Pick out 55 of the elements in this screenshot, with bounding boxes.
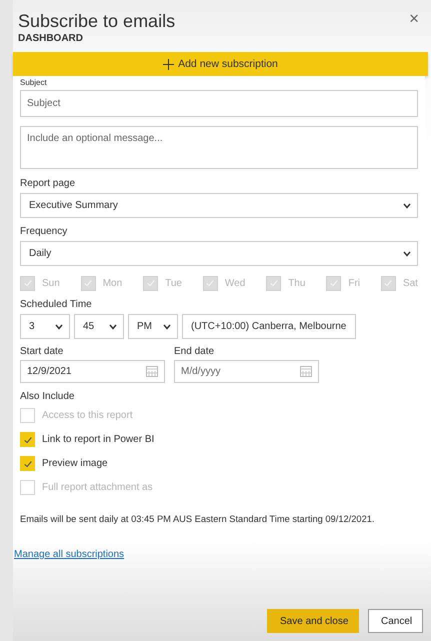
dialog-title: Subscribe to emails <box>18 11 176 32</box>
checkbox-label: Mon <box>102 278 122 288</box>
close-button[interactable]: × <box>406 9 422 29</box>
chevron-icon <box>403 202 411 208</box>
save-button[interactable]: Save and close <box>267 609 359 633</box>
field-label: Report page <box>20 178 76 189</box>
checkbox-label: Tue <box>165 278 182 288</box>
add-subscription-button[interactable]: Add new subscription <box>13 52 428 76</box>
schedule-summary: Emails will be sent daily at 03:45 PM AUS Eastern Standard Time starting 09/12/2021. <box>20 514 376 524</box>
checkmark-icon <box>22 434 32 444</box>
field-label: Subject <box>20 78 47 87</box>
checkmark-icon <box>383 278 394 288</box>
checkmark-icon <box>205 278 216 288</box>
checkmark-icon <box>22 278 32 288</box>
minute-dropdown[interactable]: 45 <box>74 314 124 339</box>
checkbox-label: Sat <box>402 278 418 288</box>
chevron-icon <box>403 250 411 256</box>
checkbox-label: Wed <box>224 278 246 288</box>
chevron-icon <box>163 324 171 330</box>
chevron-icon <box>55 324 63 330</box>
cancel-button[interactable]: Cancel <box>368 609 423 633</box>
checkbox[interactable] <box>20 432 35 447</box>
calendar-icon <box>300 366 312 377</box>
checkmark-icon <box>328 278 339 288</box>
checkbox-label: Full report attachment as <box>42 482 153 493</box>
chevron-icon <box>109 324 117 330</box>
checkbox-label: Thu <box>288 278 306 288</box>
checkmark-icon <box>268 278 279 288</box>
timezone-dropdown[interactable]: (UTC+10:00) Canberra, Melbourne <box>182 314 356 339</box>
checkmark-icon <box>146 278 156 288</box>
checkmark-icon <box>22 458 32 468</box>
period-dropdown[interactable]: PM <box>128 314 178 339</box>
field-label: Frequency <box>20 226 68 237</box>
checkbox-label: Fri <box>348 278 360 288</box>
start-date-field[interactable]: 12/9/2021 <box>20 360 165 383</box>
field-label: End date <box>174 346 214 357</box>
manage-subscriptions-link[interactable]: Manage all subscriptions <box>14 549 124 560</box>
field-label: Start date <box>20 346 64 357</box>
checkbox[interactable] <box>20 456 35 471</box>
field-label: Scheduled Time <box>20 299 92 310</box>
checkbox-label: Link to report in Power BI <box>42 434 154 445</box>
hour-dropdown[interactable]: 3 <box>20 314 70 339</box>
end-date-field[interactable]: M/d/yyyy <box>174 360 319 383</box>
checkbox-label: Access to this report <box>42 410 133 421</box>
checkmark-icon <box>83 278 94 288</box>
subject-field[interactable]: Subject <box>20 90 418 117</box>
calendar-icon <box>146 366 158 377</box>
frequency-dropdown[interactable]: Daily <box>20 241 418 266</box>
message-field[interactable]: Include an optional message... <box>20 126 418 169</box>
plus-icon <box>163 58 174 70</box>
dialog-subtitle: DASHBOARD <box>18 33 83 44</box>
checkbox-label: Preview image <box>42 458 108 469</box>
field-label: Also Include <box>20 391 74 402</box>
checkbox-label: Sun <box>42 278 60 288</box>
report-page-dropdown[interactable]: Executive Summary <box>20 193 418 218</box>
